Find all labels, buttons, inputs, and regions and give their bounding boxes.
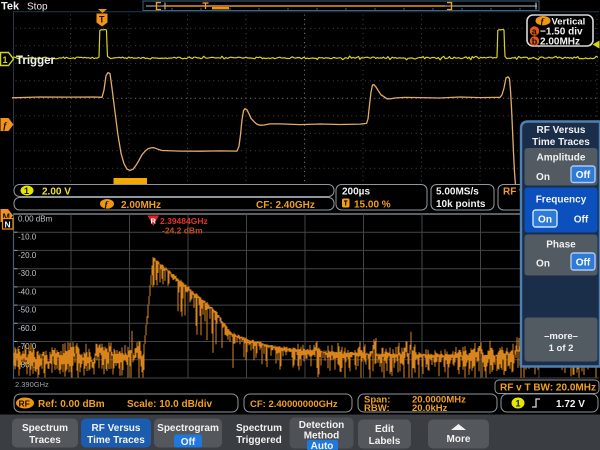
svg-text:-10.0: -10.0 [18, 233, 37, 242]
svg-text:Tek: Tek [1, 1, 20, 13]
svg-text:2.390GHz: 2.390GHz [15, 380, 49, 389]
svg-text:Traces: Traces [29, 435, 61, 446]
svg-text:Spectrum: Spectrum [22, 423, 68, 434]
svg-text:200µs: 200µs [342, 187, 370, 198]
svg-text:RF Versus: RF Versus [92, 423, 141, 434]
svg-text:2.00MHz: 2.00MHz [121, 200, 161, 211]
svg-text:Edit: Edit [375, 424, 395, 435]
svg-text:More: More [447, 434, 471, 445]
svg-text:RF v T BW: 20.0MHz: RF v T BW: 20.0MHz [500, 383, 596, 394]
svg-text:1: 1 [3, 55, 8, 65]
svg-text:Amplitude: Amplitude [537, 153, 586, 164]
svg-text:Spectrum: Spectrum [236, 423, 282, 434]
svg-text:1 of 2: 1 of 2 [549, 343, 574, 354]
svg-text:-50.0: -50.0 [18, 306, 37, 315]
svg-text:2.00MHz: 2.00MHz [540, 37, 580, 48]
svg-text:-30.0: -30.0 [18, 269, 37, 278]
svg-text:Method: Method [304, 431, 340, 442]
svg-text:20.0kHz: 20.0kHz [412, 403, 448, 414]
svg-text:-40.0: -40.0 [18, 287, 37, 296]
svg-text:Ref: 0.00 dBm: Ref: 0.00 dBm [38, 399, 105, 410]
svg-text:R: R [151, 217, 157, 226]
svg-text:-24.2 dBm: -24.2 dBm [162, 226, 203, 236]
svg-text:0.00 dBm: 0.00 dBm [18, 215, 53, 224]
svg-text:RF Versus: RF Versus [537, 125, 586, 136]
svg-text:Phase: Phase [546, 240, 576, 251]
svg-text:Off: Off [181, 437, 196, 448]
svg-text:Detection: Detection [299, 420, 345, 431]
svg-text:b: b [532, 37, 538, 47]
svg-text:Frequency: Frequency [536, 195, 587, 206]
svg-text:RF: RF [19, 399, 30, 409]
svg-text:Auto: Auto [311, 441, 334, 450]
svg-text:Labels: Labels [369, 436, 401, 447]
svg-text:5.00MS/s: 5.00MS/s [436, 187, 479, 198]
svg-text:10k points: 10k points [436, 199, 486, 210]
svg-text:2.39484GHz: 2.39484GHz [160, 216, 208, 226]
svg-text:-20.0: -20.0 [18, 251, 37, 260]
svg-text:CF: 2.40GHz: CF: 2.40GHz [256, 200, 315, 211]
svg-text:N: N [5, 220, 11, 230]
svg-text:1: 1 [516, 399, 521, 409]
svg-text:RBW:: RBW: [364, 403, 390, 414]
svg-text:Spectrogram: Spectrogram [157, 423, 219, 434]
svg-text:On: On [536, 259, 550, 270]
svg-text:1.72 V: 1.72 V [556, 399, 585, 410]
svg-text:T: T [99, 15, 105, 25]
svg-text:Time Traces: Time Traces [532, 137, 590, 148]
svg-text:–more–: –more– [544, 331, 578, 342]
svg-text:On: On [538, 214, 552, 225]
svg-text:On: On [536, 172, 550, 183]
svg-text:-60.0: -60.0 [18, 324, 37, 333]
svg-text:Scale: 10.0 dB/div: Scale: 10.0 dB/div [127, 399, 212, 410]
svg-text:Off: Off [574, 214, 589, 225]
svg-text:Time Traces: Time Traces [87, 435, 145, 446]
svg-text:Trigger: Trigger [16, 55, 56, 67]
svg-text:15.00 %: 15.00 % [354, 200, 391, 211]
svg-text:Triggered: Triggered [236, 435, 282, 446]
svg-text:1: 1 [24, 186, 29, 196]
svg-text:2.00 V: 2.00 V [42, 187, 71, 198]
svg-text:Off: Off [576, 257, 591, 268]
svg-text:CF: 2.40000000GHz: CF: 2.40000000GHz [250, 399, 338, 410]
svg-text:Off: Off [576, 170, 591, 181]
svg-text:Stop: Stop [27, 2, 48, 13]
